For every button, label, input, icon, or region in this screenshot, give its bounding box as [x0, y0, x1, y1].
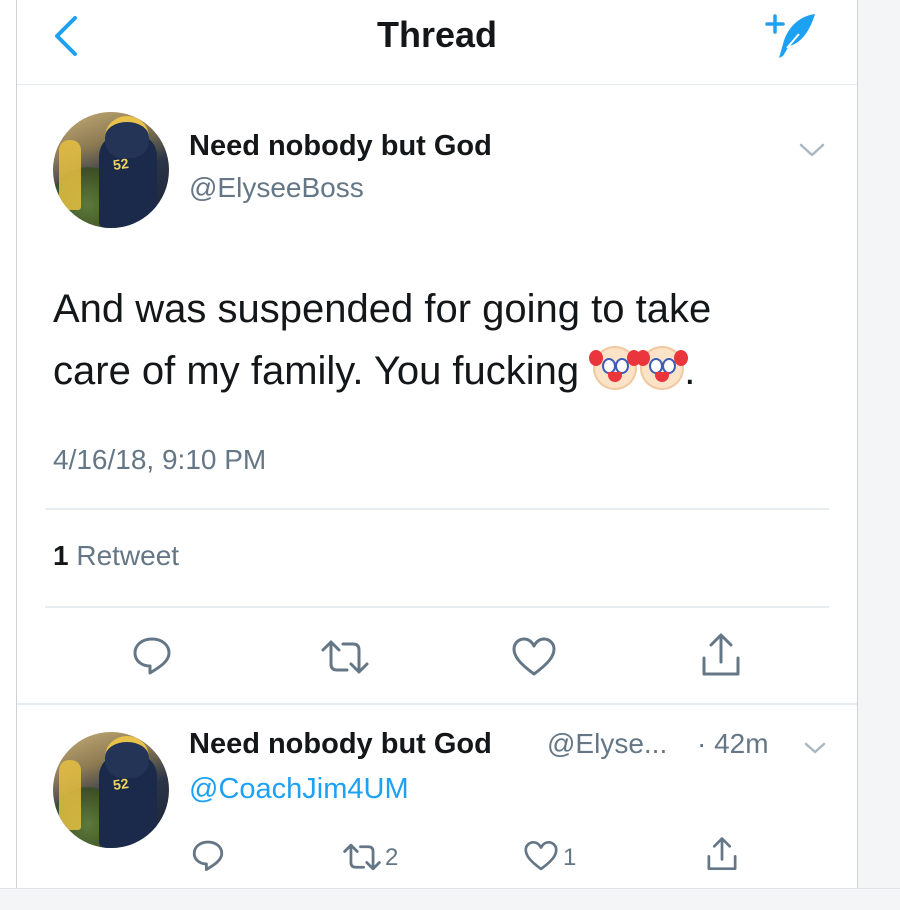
- clown-face-emoji: [589, 346, 638, 390]
- reply-retweet-button[interactable]: [341, 842, 383, 872]
- divider: [45, 606, 829, 608]
- retweet-label: Retweet: [76, 540, 180, 571]
- tweet-text-period: .: [684, 349, 696, 393]
- avatar[interactable]: 52: [53, 732, 169, 848]
- reply-like-button[interactable]: [523, 840, 559, 872]
- author-handle[interactable]: @ElyseeBoss: [189, 172, 364, 204]
- clown-face-emoji: [636, 346, 685, 390]
- reply-button[interactable]: [131, 634, 173, 676]
- chevron-down-icon: [804, 742, 826, 754]
- reply-author-name[interactable]: Need nobody but God: [189, 728, 492, 761]
- heart-icon: [512, 637, 556, 676]
- mention-link[interactable]: @CoachJim4UM: [189, 773, 409, 806]
- compose-tweet-icon: [765, 14, 815, 58]
- chevron-down-icon: [799, 143, 825, 157]
- reply-like-count: 1: [563, 844, 577, 871]
- retweet-icon: [343, 843, 381, 871]
- tweet-timestamp: 4/16/18, 9:10 PM: [53, 444, 267, 475]
- tweet-text: And was suspended for going to take care…: [53, 278, 833, 402]
- tweet-text-fragment: care of my family. You fucking: [53, 349, 580, 393]
- reply-icon: [133, 637, 171, 675]
- retweet-icon: [321, 640, 369, 674]
- share-icon: [702, 633, 740, 676]
- share-icon: [707, 837, 737, 871]
- tweet-text-line: care of my family. You fucking .: [53, 340, 833, 402]
- retweet-stats[interactable]: 1 Retweet: [53, 540, 179, 572]
- heart-icon: [524, 840, 558, 871]
- reply-handle[interactable]: @Elyse...: [547, 728, 667, 760]
- window-gutter: [858, 0, 900, 909]
- reply-icon: [192, 840, 224, 871]
- reply-retweet-count: 2: [385, 844, 399, 871]
- tweet-options-button[interactable]: [797, 140, 827, 160]
- divider: [17, 703, 857, 705]
- reply-share-button[interactable]: [705, 836, 739, 872]
- reply-reply-button[interactable]: [191, 838, 225, 872]
- retweet-button[interactable]: [319, 638, 371, 676]
- thread-screen: Thread 52 Need nobody but God @ElyseeBos…: [16, 0, 858, 909]
- bottom-edge: [0, 888, 900, 910]
- compose-tweet-button[interactable]: [765, 10, 817, 62]
- author-name[interactable]: Need nobody but God: [189, 130, 492, 163]
- page-title: Thread: [376, 14, 498, 55]
- top-nav-bar: Thread: [17, 0, 857, 85]
- reply-options-button[interactable]: [803, 740, 827, 756]
- divider: [45, 508, 829, 510]
- retweet-count: 1: [53, 540, 69, 571]
- like-button[interactable]: [511, 636, 557, 678]
- avatar[interactable]: 52: [53, 112, 169, 228]
- share-button[interactable]: [699, 632, 743, 678]
- reply-time-ago: · 42m: [697, 728, 769, 759]
- tweet-text-line: And was suspended for going to take: [53, 287, 712, 331]
